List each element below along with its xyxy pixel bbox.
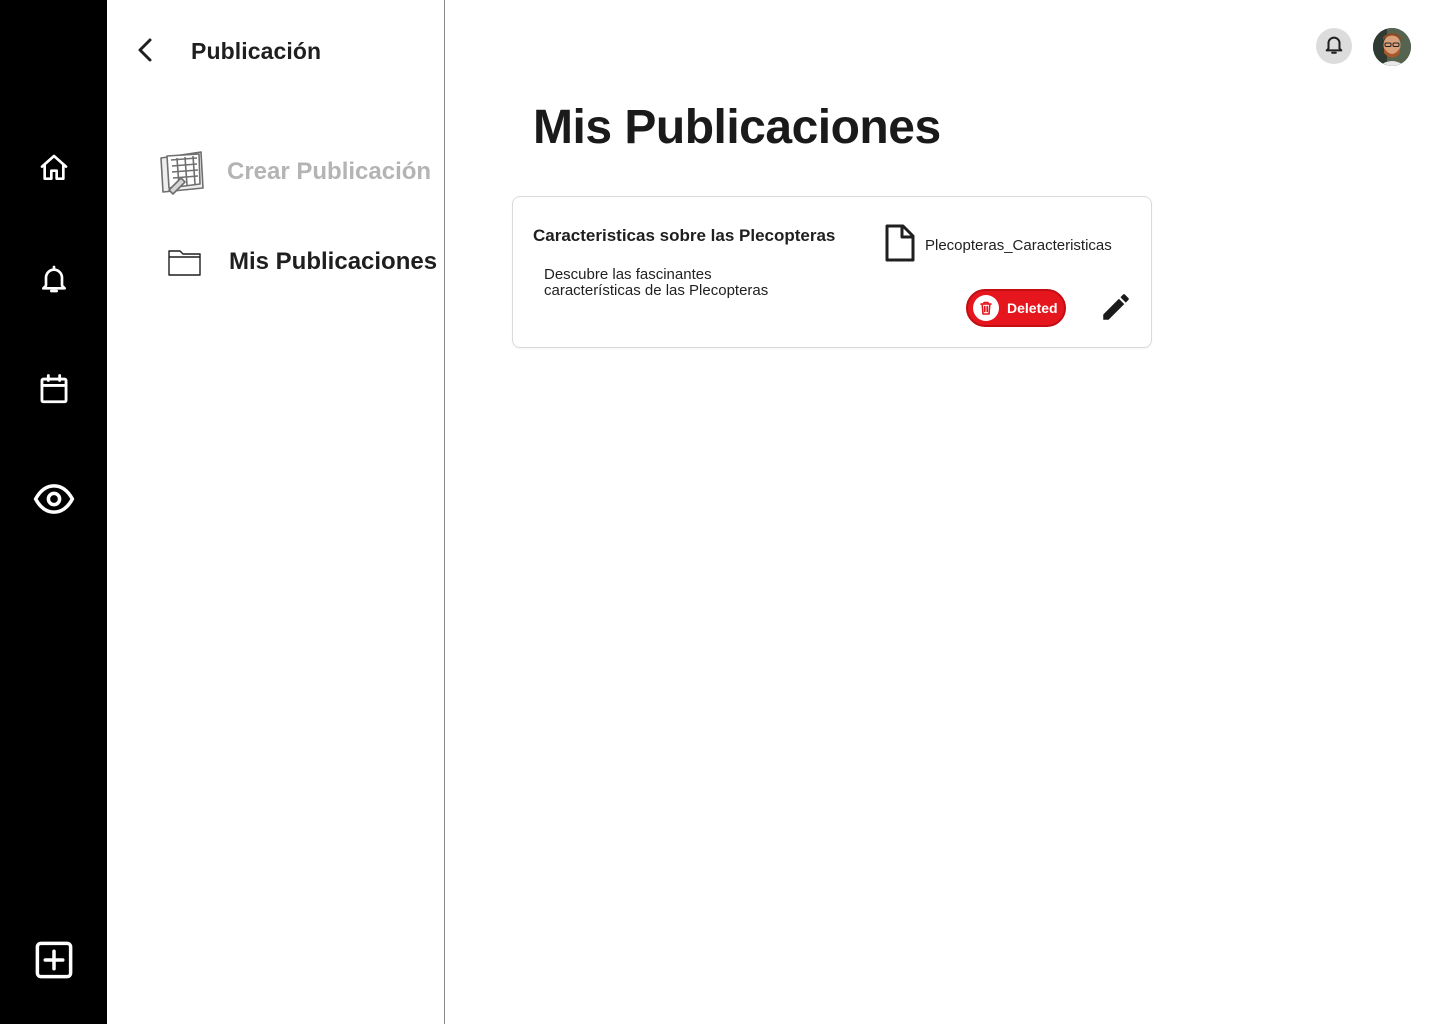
publication-panel: Publicación Crear Publicación Mis Public… <box>107 0 445 1024</box>
calendar-icon <box>37 372 71 406</box>
view-button[interactable] <box>31 476 77 522</box>
nav-item-create-publication[interactable]: Crear Publicación <box>155 148 431 196</box>
publication-description: Descubre las fascinantes características… <box>544 267 844 299</box>
eye-icon <box>33 478 75 520</box>
bell-icon <box>1323 33 1345 60</box>
folder-icon <box>167 246 203 278</box>
home-button[interactable] <box>31 145 77 191</box>
notifications-nav-button[interactable] <box>31 256 77 302</box>
publication-description-line: características de las Plecopteras <box>544 282 769 299</box>
create-publication-icon <box>155 148 209 196</box>
back-button[interactable] <box>131 36 161 68</box>
deleted-status-button[interactable]: Deleted <box>966 289 1066 327</box>
icon-rail <box>0 0 107 1024</box>
nav-item-label: Crear Publicación <box>227 158 432 185</box>
bell-icon <box>38 263 70 295</box>
plus-square-icon <box>33 939 75 981</box>
publication-card: Caracteristicas sobre las Plecopteras De… <box>512 196 1152 348</box>
deleted-status-label: Deleted <box>1007 300 1058 316</box>
notifications-button[interactable] <box>1316 28 1352 64</box>
user-avatar[interactable] <box>1373 28 1411 66</box>
publication-description-line: Descubre las fascinantes <box>544 266 712 283</box>
attached-file-name[interactable]: Plecopteras_Caracteristicas <box>925 237 1112 254</box>
nav-item-my-publications[interactable]: Mis Publicaciones <box>167 246 437 278</box>
edit-publication-button[interactable] <box>1097 291 1135 327</box>
chevron-left-icon <box>135 37 157 68</box>
page-title: Mis Publicaciones <box>533 101 941 154</box>
file-icon[interactable] <box>883 223 917 263</box>
panel-title: Publicación <box>191 38 322 64</box>
add-button[interactable] <box>31 937 77 983</box>
nav-item-label: Mis Publicaciones <box>229 248 438 275</box>
pencil-icon <box>1098 290 1134 329</box>
home-icon <box>38 152 70 184</box>
publication-title: Caracteristicas sobre las Plecopteras <box>533 226 836 245</box>
trash-icon <box>973 295 999 321</box>
calendar-button[interactable] <box>31 366 77 412</box>
